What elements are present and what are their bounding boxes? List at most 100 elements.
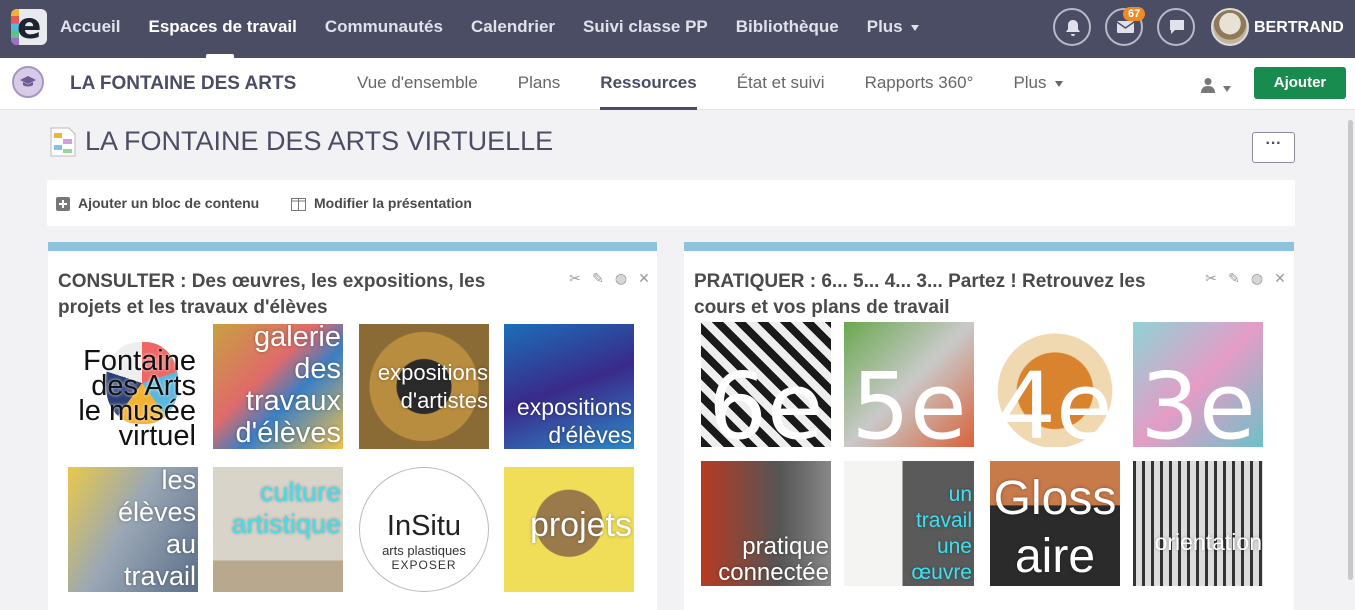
palette-icon[interactable]: ◍ xyxy=(1250,271,1264,285)
chat-bubble-icon xyxy=(1170,20,1184,34)
tile-label: projets xyxy=(529,506,632,544)
tile-4e[interactable]: 4e xyxy=(990,322,1120,447)
page-toolbar: Ajouter un bloc de contenu Modifier la p… xyxy=(47,180,1295,226)
content-block-consulter: CONSULTER : Des œuvres, les expositions,… xyxy=(48,242,657,610)
tab-plans[interactable]: Plans xyxy=(518,58,561,110)
user-icon xyxy=(1201,78,1215,93)
tile-label: InSitu xyxy=(386,510,462,542)
tile-pratique-connectee[interactable]: pratique connectée xyxy=(701,461,831,586)
tab-rapports-360[interactable]: Rapports 360° xyxy=(865,58,974,110)
tile-label: 5e xyxy=(851,353,967,448)
tile-label: Fontaine des Arts le musée virtuel xyxy=(78,347,196,450)
tile-label: pratique connectée xyxy=(718,534,829,586)
palette-icon[interactable]: ◍ xyxy=(614,271,628,285)
tile-label-line: travaux xyxy=(245,385,341,417)
tile-travail-oeuvre[interactable]: un travail une œuvre xyxy=(844,461,974,586)
nav-communautes[interactable]: Communautés xyxy=(325,0,443,58)
tile-label-line: artistique xyxy=(231,509,341,539)
nav-suivi-classe-pp[interactable]: Suivi classe PP xyxy=(583,0,708,58)
tile-label: 3e xyxy=(1140,353,1256,448)
workspace-tabs: Vue d'ensemble Plans Ressources État et … xyxy=(357,58,1103,110)
scissors-icon[interactable]: ✂ xyxy=(568,271,582,285)
block-controls: ✂ ✎ ◍ ✕ xyxy=(1204,271,1287,285)
tile-label-line: culture xyxy=(259,477,341,507)
nav-calendrier[interactable]: Calendrier xyxy=(471,0,555,58)
tile-projets[interactable]: projets xyxy=(504,467,634,592)
nav-espaces-de-travail[interactable]: Espaces de travail xyxy=(148,0,297,58)
username[interactable]: BERTRAND xyxy=(1254,0,1344,56)
nav-plus[interactable]: Plus xyxy=(867,0,919,58)
tile-label-line: pratique xyxy=(742,533,829,560)
block-title-line: cours et vos plans de travail xyxy=(694,297,950,318)
workspace-icon xyxy=(12,66,44,98)
tile-6e[interactable]: 6e xyxy=(701,322,831,447)
close-icon[interactable]: ✕ xyxy=(1273,271,1287,285)
page-scrollbar[interactable] xyxy=(1346,112,1355,610)
main-nav: Accueil Espaces de travail Communautés C… xyxy=(60,0,947,58)
tile-label-line: un xyxy=(948,483,972,506)
block-controls: ✂ ✎ ◍ ✕ xyxy=(568,271,651,285)
bell-icon xyxy=(1066,20,1080,36)
tile-expositions-eleves[interactable]: expositions d'élèves xyxy=(504,324,634,449)
tile-label-line: travail xyxy=(915,509,972,532)
member-dropdown[interactable] xyxy=(1201,77,1231,98)
tile-label: les élèves au travail xyxy=(118,467,196,592)
messages-count-badge: 67 xyxy=(1123,7,1146,21)
tile-label: galerie des travaux d'élèves xyxy=(236,324,342,449)
tile-3e[interactable]: 3e xyxy=(1133,322,1263,447)
tile-glossaire[interactable]: Gloss aire xyxy=(990,461,1120,586)
tile-label: expositions d'artistes xyxy=(378,359,488,415)
tile-label-line: galerie xyxy=(253,324,341,353)
user-avatar[interactable] xyxy=(1211,8,1249,46)
tile-label: Gloss aire xyxy=(990,470,1120,586)
close-icon[interactable]: ✕ xyxy=(637,271,651,285)
more-options-button[interactable]: ··· xyxy=(1252,132,1295,163)
tile-label: expositions d'élèves xyxy=(517,393,632,449)
tile-label-line: d'artistes xyxy=(400,388,488,413)
tile-label-line: Gloss xyxy=(993,472,1117,525)
tile-culture-artistique[interactable]: culture artistique xyxy=(213,467,343,592)
tile-expositions-artistes[interactable]: expositions d'artistes xyxy=(359,324,489,449)
tile-label-sub: EXPOSER xyxy=(391,558,457,572)
logo-letter: e xyxy=(17,9,42,45)
nav-accueil[interactable]: Accueil xyxy=(60,0,120,58)
tile-musee-virtuel[interactable]: Fontaine des Arts le musée virtuel xyxy=(68,324,198,449)
tile-orientation[interactable]: orientation xyxy=(1133,461,1263,586)
tile-insitu[interactable]: InSitu arts plastiques EXPOSER xyxy=(359,467,489,592)
tile-label-line: les xyxy=(161,467,196,495)
chevron-down-icon xyxy=(910,24,919,31)
block-title-line: projets et les travaux d'élèves xyxy=(58,297,328,318)
tile-label-line: aire xyxy=(1014,530,1096,583)
tile-galerie-travaux[interactable]: galerie des travaux d'élèves xyxy=(213,324,343,449)
scissors-icon[interactable]: ✂ xyxy=(1204,271,1218,285)
edit-layout-button[interactable]: Modifier la présentation xyxy=(291,180,472,226)
tab-vue-ensemble[interactable]: Vue d'ensemble xyxy=(357,58,478,110)
tile-5e[interactable]: 5e xyxy=(844,322,974,447)
chat-button[interactable] xyxy=(1157,8,1195,46)
nav-bibliotheque[interactable]: Bibliothèque xyxy=(736,0,839,58)
tab-ressources[interactable]: Ressources xyxy=(600,58,698,110)
tile-label-sub: arts plastiques xyxy=(382,543,466,558)
tile-label: 4e xyxy=(997,353,1113,448)
pencil-icon[interactable]: ✎ xyxy=(1227,271,1241,285)
pencil-icon[interactable]: ✎ xyxy=(591,271,605,285)
add-button[interactable]: Ajouter xyxy=(1254,67,1346,99)
add-content-block-label: Ajouter un bloc de contenu xyxy=(78,195,260,211)
tab-plus[interactable]: Plus xyxy=(1013,58,1063,110)
app-logo[interactable]: e xyxy=(11,9,47,45)
scrollbar-thumb[interactable] xyxy=(1348,120,1353,580)
tile-label-line: expositions xyxy=(516,394,632,420)
graduation-cap-icon xyxy=(20,76,36,87)
content-block-pratiquer: PRATIQUER : 6... 5... 4... 3... Partez !… xyxy=(684,242,1294,610)
columns-icon xyxy=(291,197,306,211)
block-title-consulter: CONSULTER : Des œuvres, les expositions,… xyxy=(58,269,485,321)
edit-layout-label: Modifier la présentation xyxy=(314,195,472,211)
tile-label-line: d'élèves xyxy=(235,417,342,449)
notifications-button[interactable] xyxy=(1053,8,1091,46)
add-content-block-button[interactable]: Ajouter un bloc de contenu xyxy=(56,180,259,226)
tab-plus-label: Plus xyxy=(1013,73,1047,92)
top-navigation-bar: e Accueil Espaces de travail Communautés… xyxy=(0,0,1355,58)
tile-eleves-au-travail[interactable]: les élèves au travail xyxy=(68,467,198,592)
tab-etat-et-suivi[interactable]: État et suivi xyxy=(737,58,825,110)
tile-label: orientation xyxy=(1154,529,1262,555)
